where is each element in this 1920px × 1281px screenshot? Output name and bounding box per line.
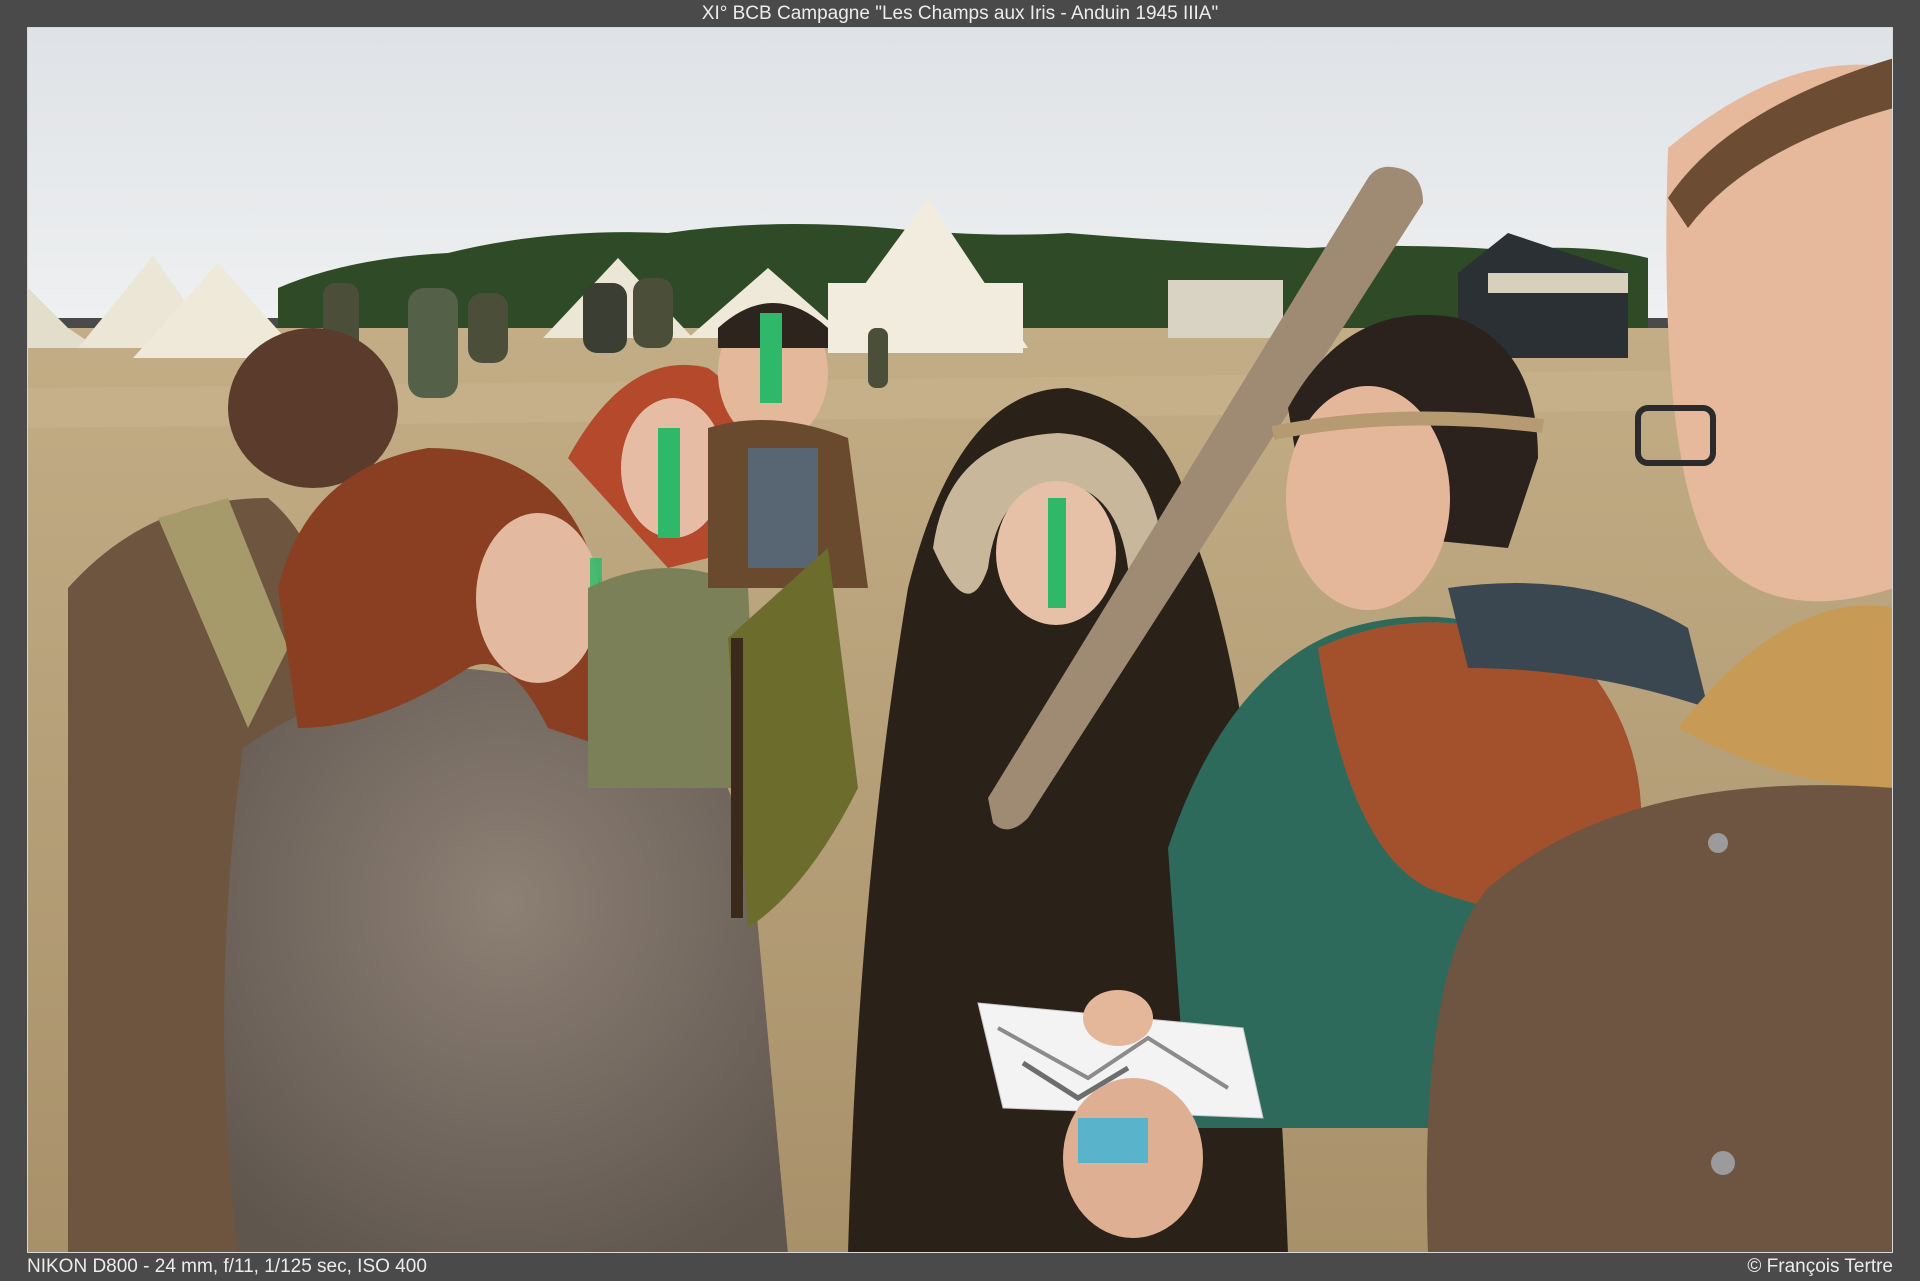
exif-caption: NIKON D800 - 24 mm, f/11, 1/125 sec, ISO…: [27, 1256, 427, 1277]
photo: [27, 27, 1893, 1253]
redhead-face: [476, 513, 600, 683]
head-left-woman: [228, 328, 398, 488]
credit-caption: © François Tertre: [1747, 1256, 1893, 1277]
photo-title: XI° BCB Campagne "Les Champs aux Iris - …: [701, 3, 1219, 24]
